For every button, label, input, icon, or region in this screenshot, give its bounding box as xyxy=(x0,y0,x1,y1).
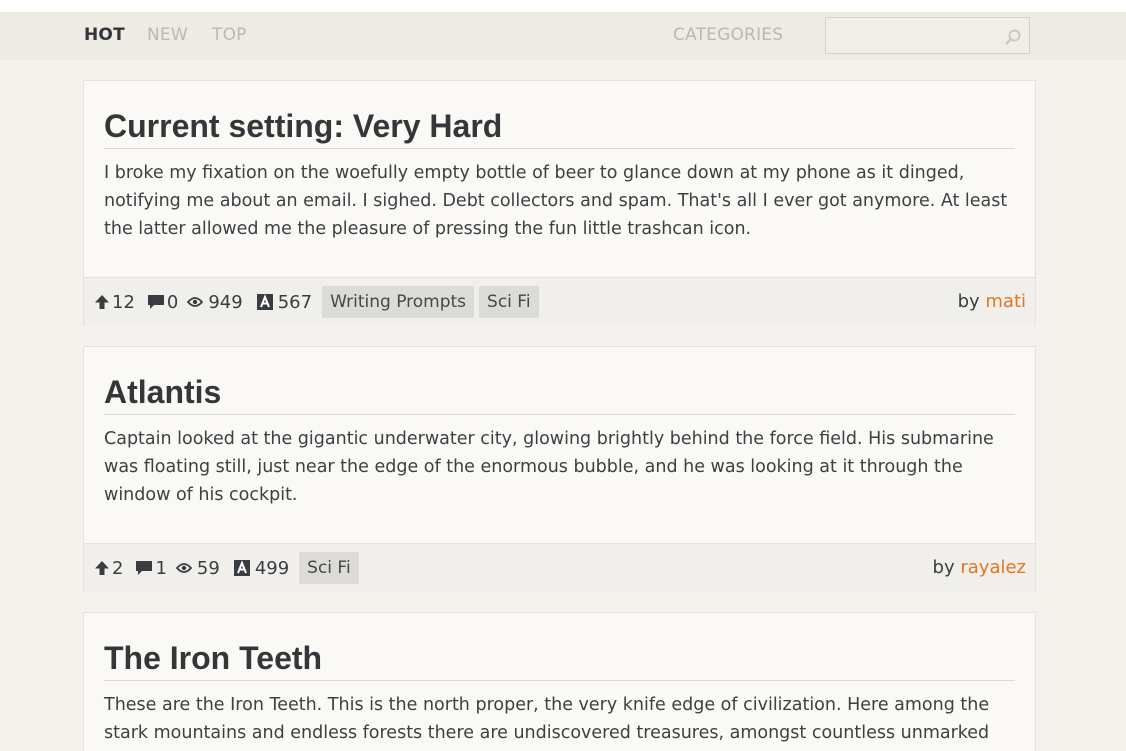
navbar: HOT NEW TOP CATEGORIES xyxy=(0,12,1126,60)
author-link[interactable]: mati xyxy=(985,291,1026,312)
tag-writing-prompts[interactable]: Writing Prompts xyxy=(322,286,475,318)
upvote-arrow-icon[interactable] xyxy=(94,294,110,310)
post-title[interactable]: The Iron Teeth xyxy=(104,613,1015,681)
upvote-arrow-icon[interactable] xyxy=(94,560,110,576)
nav-hot[interactable]: HOT xyxy=(84,25,125,45)
letter-a-icon xyxy=(233,560,250,576)
search-icon[interactable] xyxy=(1004,28,1022,46)
nav-new[interactable]: NEW xyxy=(147,25,188,45)
comment-icon xyxy=(147,295,164,309)
post-card: Atlantis Captain looked at the gigantic … xyxy=(83,346,1036,592)
upvote-stat[interactable]: 2 xyxy=(94,558,123,579)
by-label: by xyxy=(957,291,980,312)
word-count: 567 xyxy=(277,291,313,313)
views-count: 949 xyxy=(208,291,243,313)
search-box xyxy=(825,17,1030,54)
tag-sci-fi[interactable]: Sci Fi xyxy=(479,286,539,318)
views-count: 59 xyxy=(196,557,220,579)
comment-count: 0 xyxy=(166,291,179,313)
comment-stat[interactable]: 0 xyxy=(147,292,178,313)
words-stat: 567 xyxy=(256,291,313,313)
by-label: by xyxy=(932,557,955,578)
post-footer: 12 0 949 567 Writing Prompts Sci Fi by m… xyxy=(84,277,1035,326)
search-input[interactable] xyxy=(826,18,1001,53)
nav-categories[interactable]: CATEGORIES xyxy=(673,25,783,45)
post-excerpt: These are the Iron Teeth. This is the no… xyxy=(104,695,990,743)
post-title[interactable]: Atlantis xyxy=(104,347,1015,415)
nav-top[interactable]: TOP xyxy=(212,25,247,45)
byline: by rayalez xyxy=(933,544,1026,592)
author-link[interactable]: rayalez xyxy=(960,557,1026,578)
post-excerpt: Captain looked at the gigantic underwate… xyxy=(104,429,994,505)
post-footer: 2 1 59 499 Sci Fi by rayalez xyxy=(84,543,1035,592)
eye-icon xyxy=(187,297,204,307)
upvote-stat[interactable]: 12 xyxy=(94,292,135,313)
comment-icon xyxy=(136,561,153,575)
byline: by mati xyxy=(958,278,1026,326)
comment-count: 1 xyxy=(155,557,167,579)
top-strip xyxy=(0,0,1126,12)
comment-stat[interactable]: 1 xyxy=(135,557,167,579)
upvote-count: 2 xyxy=(112,557,124,579)
words-stat: 499 xyxy=(233,557,290,579)
post-title[interactable]: Current setting: Very Hard xyxy=(104,81,1015,149)
views-stat: 59 xyxy=(175,557,220,579)
tag-sci-fi[interactable]: Sci Fi xyxy=(299,552,359,584)
post-card: Current setting: Very Hard I broke my fi… xyxy=(83,80,1036,326)
word-count: 499 xyxy=(254,557,290,579)
eye-icon xyxy=(175,563,192,573)
letter-a-icon xyxy=(256,294,273,310)
post-excerpt: I broke my fixation on the woefully empt… xyxy=(104,163,1008,239)
upvote-count: 12 xyxy=(112,291,135,313)
views-stat: 949 xyxy=(187,291,243,313)
post-card: The Iron Teeth These are the Iron Teeth.… xyxy=(83,612,1036,751)
